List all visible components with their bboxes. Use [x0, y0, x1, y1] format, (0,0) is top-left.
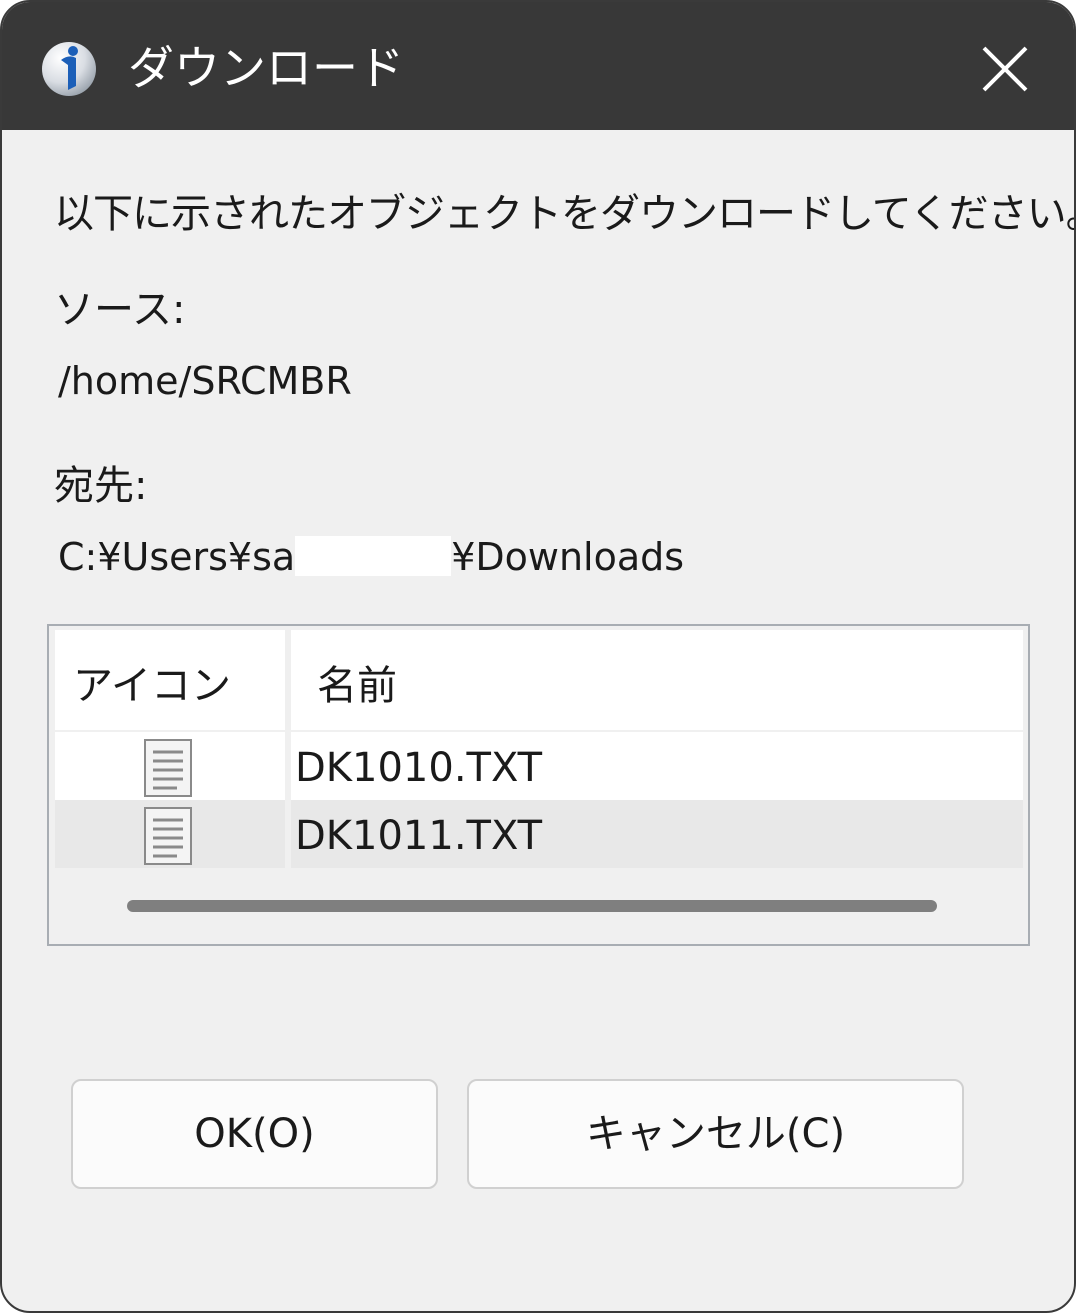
cancel-button[interactable]: キャンセル(C): [467, 1079, 964, 1189]
scrollbar-thumb[interactable]: [127, 900, 937, 912]
redacted-region: [295, 536, 452, 576]
instruction-text: 以下に示されたオブジェクトをダウンロードしてください。: [54, 191, 1076, 237]
file-name: DK1010.TXT: [295, 745, 543, 791]
file-name: DK1011.TXT: [295, 813, 543, 859]
list-item[interactable]: DK1010.TXT: [55, 732, 1023, 800]
ok-button[interactable]: OK(O): [71, 1079, 438, 1189]
horizontal-scrollbar[interactable]: [55, 870, 1023, 936]
list-item-icon-cell: [55, 732, 285, 800]
text-file-icon: [144, 807, 192, 865]
column-header-icon[interactable]: アイコン: [73, 658, 231, 714]
source-label: ソース:: [54, 287, 186, 333]
info-icon: [42, 42, 96, 96]
source-path: /home/SRCMBR: [58, 359, 352, 403]
list-item-name-cell: DK1011.TXT: [291, 800, 1023, 868]
close-icon[interactable]: [976, 40, 1034, 98]
column-divider[interactable]: [285, 630, 291, 730]
destination-path-prefix: C:¥Users¥sa: [58, 535, 296, 579]
list-item-name-cell: DK1010.TXT: [291, 732, 1023, 800]
list-item-icon-cell: [55, 800, 285, 868]
column-header-name[interactable]: 名前: [317, 658, 397, 714]
window-title: ダウンロード: [128, 41, 404, 95]
file-list[interactable]: アイコン 名前 DK1010.TXT DK1011.TXT: [47, 624, 1030, 946]
destination-path: C:¥Users¥sa ¥Downloads: [58, 530, 684, 584]
list-item-selected[interactable]: DK1011.TXT: [55, 800, 1023, 868]
destination-label: 宛先:: [54, 463, 148, 509]
list-header: アイコン 名前: [55, 630, 1023, 730]
download-dialog: ダウンロード 以下に示されたオブジェクトをダウンロードしてください。 ソース: …: [0, 0, 1076, 1313]
title-bar: ダウンロード: [2, 2, 1074, 130]
destination-path-suffix: ¥Downloads: [451, 535, 685, 579]
text-file-icon: [144, 739, 192, 797]
